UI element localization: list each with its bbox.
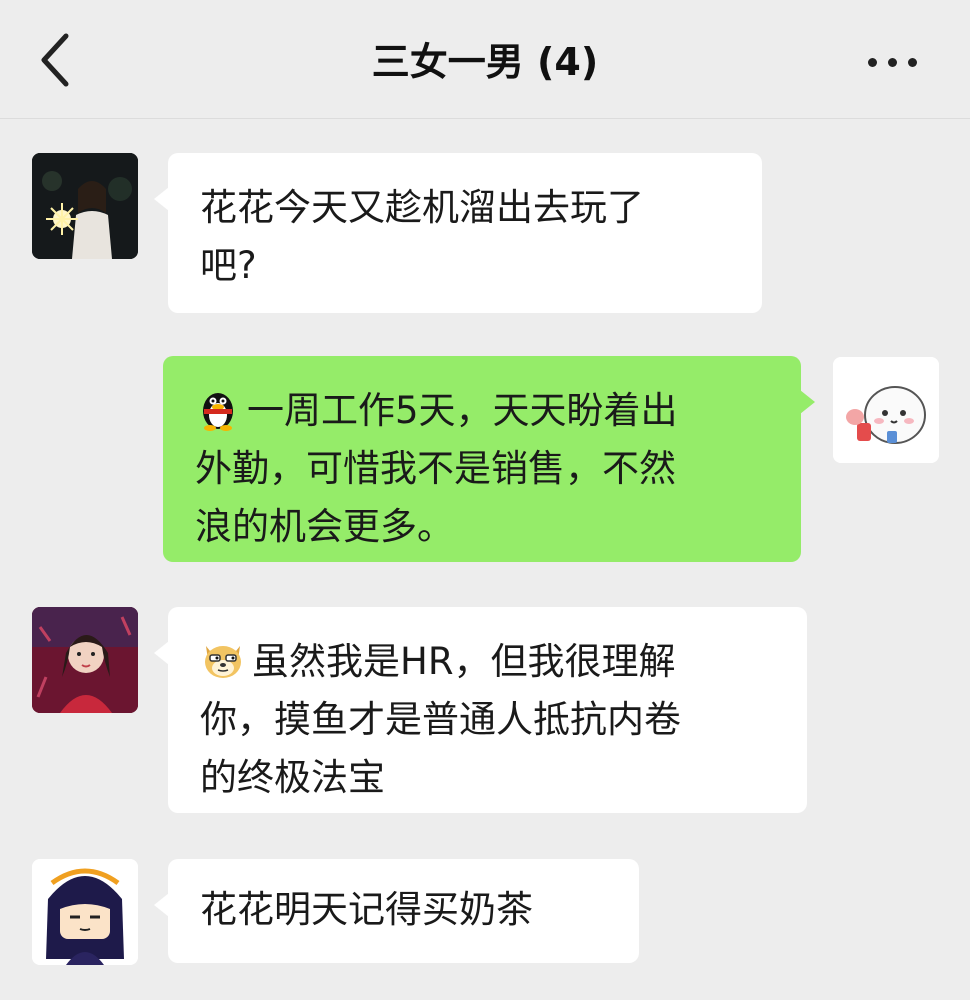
- message-text-line: 吧?: [200, 244, 257, 287]
- message-text-line: 你，摸鱼才是普通人抵抗内卷: [200, 698, 681, 741]
- girl-red-background-avatar[interactable]: [32, 607, 138, 713]
- message-text-line: 的终极法宝: [200, 756, 385, 799]
- anime-girl-avatar[interactable]: [32, 859, 138, 965]
- chat-header: 三女一男 (4): [0, 0, 970, 119]
- penguin-emoji: [203, 393, 233, 431]
- doge-emoji: [205, 646, 241, 678]
- message-text-line: 虽然我是HR，但我很理解: [252, 640, 676, 683]
- message-text-line: 浪的机会更多。: [195, 505, 454, 548]
- cartoon-bun-avatar[interactable]: [833, 357, 939, 463]
- message-bubble[interactable]: 虽然我是HR，但我很理解 你，摸鱼才是普通人抵抗内卷 的终极法宝: [154, 607, 807, 813]
- more-dots-icon: [868, 58, 877, 67]
- back-button[interactable]: [30, 28, 90, 92]
- girl-sparkler-night-avatar[interactable]: [32, 153, 138, 259]
- chat-title: 三女一男 (4): [371, 40, 599, 84]
- message-text-line: 外勤，可惜我不是销售，不然: [195, 447, 676, 490]
- message-text-line: 花花今天又趁机溜出去玩了: [200, 186, 644, 229]
- message-bubble[interactable]: 花花明天记得买奶茶: [154, 859, 639, 963]
- message-bubble[interactable]: 花花今天又趁机溜出去玩了 吧?: [154, 153, 762, 313]
- more-options-button[interactable]: [858, 42, 928, 82]
- chevron-left-icon: [41, 33, 69, 87]
- message-text-line: 花花明天记得买奶茶: [200, 888, 533, 931]
- message-bubble[interactable]: 一周工作5天，天天盼着出 外勤，可惜我不是销售，不然 浪的机会更多。: [163, 356, 815, 562]
- message-text-line: 一周工作5天，天天盼着出: [247, 389, 678, 432]
